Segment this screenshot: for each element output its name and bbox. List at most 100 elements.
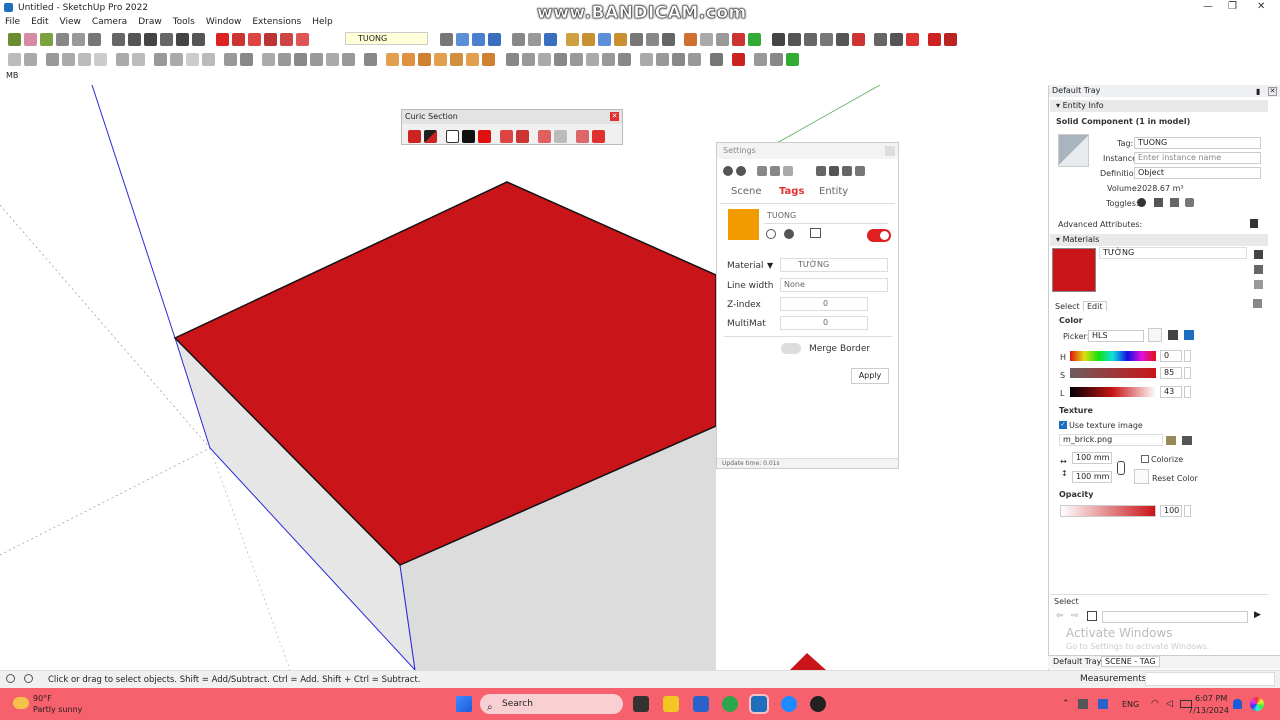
reset-color-label[interactable]: Reset Color [1152,474,1198,483]
row2-icon-32[interactable] [554,52,567,66]
row2-icon-12[interactable] [202,52,215,66]
pan-icon[interactable] [440,32,453,46]
menu-file[interactable]: File [5,17,20,27]
texture-edit-icon[interactable] [1182,436,1192,445]
row2-icon-42[interactable] [732,52,745,66]
s-spinner-icon[interactable] [1184,367,1191,379]
tab-scene[interactable]: Scene [731,186,762,197]
tray-chevron-icon[interactable]: ⌃ [1062,699,1070,709]
ext4-icon[interactable] [732,32,745,46]
row2-icon-25[interactable] [434,52,447,66]
material-side-icon-3[interactable] [1254,280,1263,289]
home-icon[interactable] [144,32,157,46]
row2-icon-35[interactable] [602,52,615,66]
row2-icon-1[interactable] [8,52,21,66]
chrome-icon[interactable] [722,696,738,712]
tray-close-icon[interactable]: ✕ [1268,87,1277,96]
ext8-icon[interactable] [804,32,817,46]
l-spinner-icon[interactable] [1184,386,1191,398]
bandicam-icon[interactable] [810,696,826,712]
tag-name-field[interactable]: TUONG [764,210,888,224]
color-sample-box[interactable] [1148,328,1162,342]
maximize-icon[interactable]: ❐ [1228,1,1237,12]
details-arrow-icon[interactable]: ▶ [1254,610,1261,620]
eraser-tool-icon[interactable] [24,32,37,46]
store-icon[interactable] [693,696,709,712]
chain-link-icon[interactable] [1117,461,1125,475]
row2-icon-19[interactable] [326,52,339,66]
task-view-icon[interactable] [633,696,649,712]
row2-icon-30[interactable] [522,52,535,66]
pencil-icon[interactable] [512,32,525,46]
tab-tags[interactable]: Tags [779,186,804,197]
forward-arrow-icon[interactable]: ⇨ [1071,611,1079,621]
sandbox-icon[interactable] [566,32,579,46]
row2-icon-2[interactable] [24,52,37,66]
sandbox7-icon[interactable] [662,32,675,46]
sandbox5-icon[interactable] [630,32,643,46]
picker-select[interactable]: HLS [1088,330,1144,342]
row2-icon-23[interactable] [402,52,415,66]
sandbox6-icon[interactable] [646,32,659,46]
language-indicator[interactable]: ENG [1122,700,1139,709]
row2-icon-40[interactable] [688,52,701,66]
close-icon[interactable]: ✕ [1257,1,1265,12]
row2-icon-39[interactable] [672,52,685,66]
add-circle-icon[interactable] [723,166,733,176]
tag-dropdown[interactable]: TUONG [345,32,428,45]
minimize-icon[interactable]: — [1203,1,1213,12]
curic-arrows-icon[interactable] [516,129,529,143]
row2-icon-29[interactable] [506,52,519,66]
row2-icon-26[interactable] [450,52,463,66]
sandbox3-icon[interactable] [598,32,611,46]
clock-date[interactable]: 7/13/2024 [1188,706,1229,715]
colorize-checkbox[interactable] [1141,455,1149,463]
ext-icon[interactable] [684,32,697,46]
curic-pick-icon[interactable] [538,129,551,143]
settings-close-icon[interactable] [885,146,895,156]
materials-tab-select[interactable]: Select [1055,302,1080,311]
browse-folder-icon[interactable] [1166,436,1176,445]
curic-section-icon[interactable] [408,129,421,143]
curic-red-icon[interactable] [478,129,491,143]
row2-icon-15[interactable] [262,52,275,66]
view-icon[interactable] [456,32,469,46]
s-input[interactable]: 85 [1160,367,1182,379]
home-materials-icon[interactable] [1087,611,1097,621]
merge-border-toggle[interactable] [781,343,801,354]
copy-icon[interactable] [757,166,767,176]
ext15-icon[interactable] [928,32,941,46]
component-icon[interactable] [112,32,125,46]
push-pull-icon[interactable] [88,32,101,46]
row2-icon-41[interactable] [710,52,723,66]
duplicate-icon[interactable] [783,166,793,176]
visibility-toggle[interactable] [867,229,891,242]
row2-icon-4[interactable] [62,52,75,66]
row2-icon-16[interactable] [278,52,291,66]
h-spinner-icon[interactable] [1184,350,1191,362]
shadow-cast-icon[interactable] [1170,198,1179,207]
opacity-input[interactable]: 100 [1160,505,1182,517]
notification-bell-icon[interactable] [1233,699,1242,709]
ext3-icon[interactable] [716,32,729,46]
entity-tag-field[interactable]: TUONG [1134,137,1261,149]
menu-edit[interactable]: Edit [31,17,48,27]
monitor-icon[interactable] [816,166,826,176]
curic-refresh-icon[interactable] [592,129,605,143]
material-side-icon-1[interactable] [1254,250,1263,259]
layers-icon[interactable] [176,32,189,46]
tray-app-icon-2[interactable] [1098,699,1108,709]
clock-time[interactable]: 6:07 PM [1195,694,1227,703]
eye-icon[interactable] [1137,198,1146,207]
curic-white-icon[interactable] [446,129,459,143]
remove-circle-icon[interactable] [736,166,746,176]
menu-camera[interactable]: Camera [92,17,127,27]
reset-color-swatch[interactable] [1134,469,1149,484]
material-side-icon-2[interactable] [1254,265,1263,274]
materials-header[interactable]: ▾ Materials [1050,234,1268,246]
status-info-icon[interactable] [24,674,33,683]
weather-icon[interactable] [13,697,29,709]
arc-tool-icon[interactable] [72,32,85,46]
paint-tool-icon[interactable] [40,32,53,46]
line-tool-icon[interactable] [56,32,69,46]
